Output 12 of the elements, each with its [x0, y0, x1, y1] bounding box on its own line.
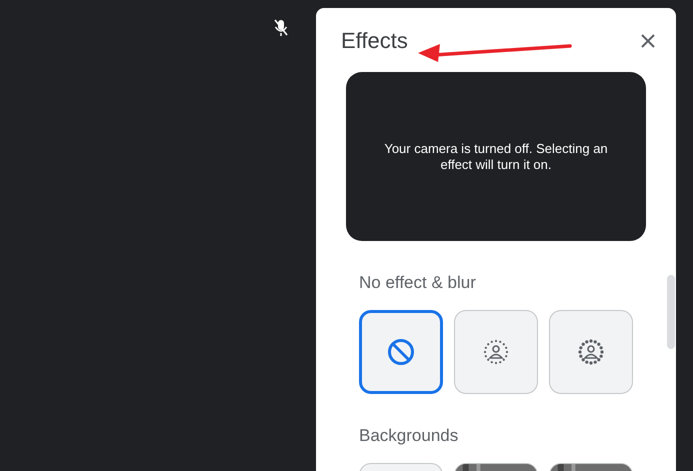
preview-message: Your camera is turned off. Selecting an effect will turn it on. — [383, 140, 609, 172]
blur-person-icon — [577, 338, 605, 366]
mic-off-icon[interactable] — [274, 19, 288, 37]
effect-tile[interactable] — [549, 310, 633, 394]
effect-tile[interactable] — [454, 310, 538, 394]
effect-tile[interactable] — [359, 310, 443, 394]
blur-person-icon — [482, 338, 510, 366]
panel-title: Effects — [341, 28, 408, 54]
section-heading: Backgrounds — [359, 426, 460, 446]
section-heading: No effect & blur — [359, 273, 477, 293]
no-effect-icon — [387, 338, 415, 366]
scrollbar[interactable] — [667, 275, 675, 349]
